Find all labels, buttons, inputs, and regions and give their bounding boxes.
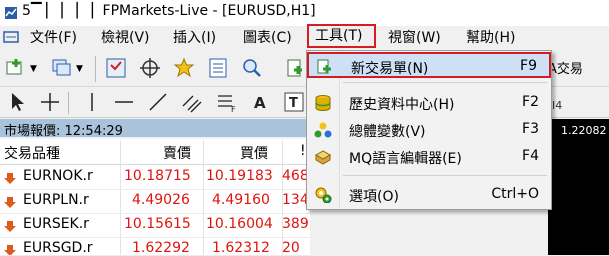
window-title: 5▔ ▏ ▏ ▏ ▏FPMarkets-Live - [EURUSD,H1] [22,3,316,19]
column-spread[interactable]: ! [300,143,306,159]
spread-cell: 468 [282,168,309,184]
toolbar-separator [68,92,69,114]
new-order-icon [317,59,331,74]
bid-cell: 10.18715 [124,168,191,184]
crosshair-navigator-icon[interactable] [138,56,162,80]
down-arrow-icon [4,221,16,232]
ask-cell: 1.62312 [212,240,270,256]
menu-bar [0,26,609,50]
metaeditor-icon [314,150,332,165]
menu-insert[interactable]: 插入(I) [173,27,216,49]
market-watch-title: 市場報價: 12:54:29 [4,124,123,139]
menu-charts[interactable]: 圖表(C) [243,27,292,49]
menu-item-label: 歷史資料中心(H) [349,97,455,113]
new-chart-dropdown-icon[interactable]: ▼ [30,64,37,74]
bid-cell: 4.49026 [132,192,190,208]
svg-text:F: F [231,105,236,114]
column-bid[interactable]: 賣價 [163,143,191,163]
vertical-line-icon[interactable] [80,90,104,114]
down-arrow-icon [4,197,16,208]
period-label[interactable]: I4 [552,99,562,112]
menu-item-global-variables[interactable]: 總體變數(V) F3 [307,117,551,143]
trendline-icon[interactable] [146,90,170,114]
menu-item-shortcut: Ctrl+O [491,186,539,202]
cursor-icon[interactable] [6,90,30,114]
symbol-cell: EURNOK.r [23,168,93,184]
table-row[interactable]: EURNOK.r 10.18715 10.19183 468 [0,165,310,190]
menu-separator [343,175,547,176]
menu-item-options[interactable]: 選項(O) Ctrl+O [307,182,551,208]
menu-item-shortcut: F3 [522,121,539,137]
bid-cell: 10.15615 [124,216,191,232]
menu-help[interactable]: 幫助(H) [466,27,515,49]
menu-item-label: MQ語言編輯器(E) [349,151,462,167]
menu-item-shortcut: F2 [522,94,539,110]
options-icon [315,187,332,203]
fibonacci-icon[interactable]: F [214,90,238,114]
menu-item-shortcut: F4 [522,148,539,164]
menu-file[interactable]: 文件(F) [30,27,77,49]
text-icon[interactable]: A [248,90,272,114]
down-arrow-icon [4,245,16,255]
menu-item-label: 總體變數(V) [349,124,426,140]
profiles-icon[interactable] [50,56,74,80]
column-symbol[interactable]: 交易品種 [4,143,60,163]
toolbar-separator [95,56,96,82]
symbol-cell: EURPLN.r [23,192,89,208]
ask-cell: 10.19183 [206,168,273,184]
symbol-cell: EURSEK.r [23,216,89,232]
favorites-icon[interactable] [172,56,196,80]
new-chart-icon[interactable] [4,56,28,80]
history-center-icon [315,95,331,111]
menu-view[interactable]: 檢視(V) [101,27,150,49]
spread-cell: 20 [282,240,300,256]
menu-item-new-order[interactable]: 新交易單(N) F9 [307,52,551,78]
table-row[interactable]: EURPLN.r 4.49026 4.49160 134 [0,189,310,214]
spread-cell: 389 [282,216,309,232]
menu-item-label: 新交易單(N) [351,61,429,77]
menu-item-shortcut: F9 [520,58,537,74]
down-arrow-icon [4,173,16,184]
horizontal-line-icon[interactable] [112,90,136,114]
equidistant-channel-icon[interactable] [180,90,204,114]
new-order-button-label[interactable]: A交易 [548,58,583,77]
market-watch-column-header: 交易品種 賣價 買價 ! [0,140,310,165]
global-variables-icon [314,122,332,138]
text-label-icon[interactable]: T [282,90,306,114]
menu-item-history-center[interactable]: 歷史資料中心(H) F2 [307,90,551,116]
strategy-tester-icon[interactable] [240,56,264,80]
table-row[interactable]: EURSEK.r 10.15615 10.16004 389 [0,213,310,238]
profiles-dropdown-icon[interactable]: ▼ [76,64,83,74]
crosshair-icon[interactable] [38,90,62,114]
menu-item-label: 選項(O) [349,189,399,205]
svg-text:T: T [289,96,298,111]
table-row[interactable]: EURSGD.r 1.62292 1.62312 20 [0,237,310,256]
bid-cell: 1.62292 [132,240,190,256]
symbol-cell: EURSGD.r [23,240,93,256]
spread-cell: 134 [282,192,309,208]
menu-window[interactable]: 視窗(W) [388,27,441,49]
chart-area[interactable] [548,119,609,255]
menu-separator [343,82,547,83]
new-order-toolbar-icon[interactable] [284,56,308,80]
svg-text:A: A [254,94,266,112]
data-window-icon[interactable] [206,56,230,80]
menu-tools[interactable]: 工具(T) [307,24,376,48]
ask-cell: 4.49160 [212,192,270,208]
column-ask[interactable]: 買價 [240,143,268,163]
tools-dropdown-menu: 新交易單(N) F9 歷史資料中心(H) F2 總體變數(V) F3 MQ語言編… [306,50,552,210]
ask-cell: 10.16004 [206,216,273,232]
market-watch-icon[interactable] [104,56,128,80]
chart-menu-icon[interactable] [3,30,19,44]
chart-price-label: 1.22082 [561,124,607,137]
app-icon [5,7,17,19]
menu-item-metaeditor[interactable]: MQ語言編輯器(E) F4 [307,144,551,170]
